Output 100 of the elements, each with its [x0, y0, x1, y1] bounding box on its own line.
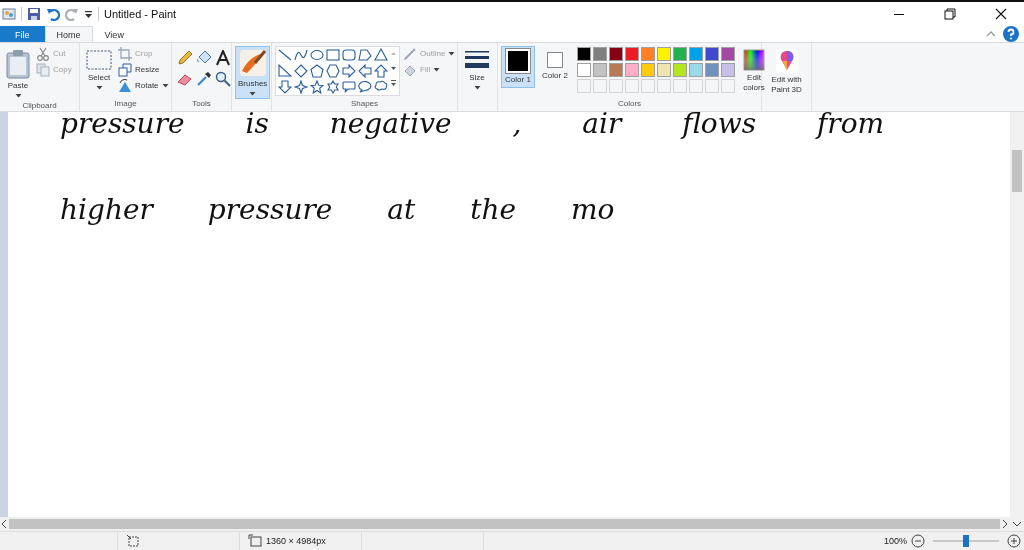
color-swatch[interactable] — [721, 63, 735, 77]
rounded-rectangle-icon[interactable] — [342, 48, 356, 62]
color-swatch[interactable] — [689, 47, 703, 61]
color-slot-button[interactable]: Color 1 — [501, 46, 535, 88]
empty-swatch[interactable] — [593, 79, 607, 93]
canvas-size-text: 1360 × 4984px — [266, 536, 326, 546]
empty-swatch[interactable] — [689, 79, 703, 93]
resize-button[interactable]: Resize — [118, 62, 169, 77]
drawing-canvas[interactable]: pressure is negative , air flows from higher pressure at the mo — [8, 112, 1010, 517]
color-swatch[interactable] — [721, 47, 735, 61]
curve-icon[interactable] — [294, 48, 308, 62]
brushes-button[interactable]: Brushes — [235, 46, 271, 99]
color-swatch[interactable] — [593, 47, 607, 61]
edit-colors-button[interactable]: Edit colors — [740, 46, 768, 96]
magnifier-icon[interactable] — [215, 71, 231, 87]
fill-bucket-icon[interactable] — [196, 50, 212, 66]
hexagon-icon[interactable] — [326, 64, 340, 78]
zoom-out-icon[interactable] — [911, 534, 925, 548]
color-swatch[interactable] — [657, 63, 671, 77]
handwritten-text: higher pressure at the mo — [60, 192, 616, 228]
paintbrush-icon — [238, 49, 267, 77]
speech-bubble-icon[interactable] — [342, 80, 356, 94]
save-icon[interactable] — [27, 7, 41, 21]
scroll-right-icon[interactable] — [1001, 517, 1009, 531]
cursor-position-icon — [126, 534, 140, 548]
ribbon-tab[interactable]: Home — [44, 26, 93, 42]
color-picker-icon[interactable] — [196, 71, 212, 87]
empty-swatch[interactable] — [705, 79, 719, 93]
group-label: Image — [113, 99, 138, 110]
rotate-icon — [118, 78, 132, 93]
caret-icon — [14, 93, 22, 98]
clipboard-icon — [6, 49, 30, 79]
line-icon[interactable] — [278, 48, 292, 62]
five-point-star-icon[interactable] — [310, 80, 324, 94]
size-button[interactable]: Size — [461, 46, 493, 93]
color-swatch[interactable] — [705, 63, 719, 77]
select-button[interactable]: Select — [83, 46, 115, 93]
scroll-left-icon[interactable] — [0, 517, 8, 531]
color-swatch[interactable] — [625, 47, 639, 61]
color-swatch[interactable] — [641, 47, 655, 61]
undo-icon[interactable] — [46, 7, 60, 21]
color-slot-button[interactable]: Color 2 — [538, 46, 572, 84]
empty-swatch[interactable] — [625, 79, 639, 93]
paste-button[interactable]: Paste — [3, 46, 33, 101]
up-arrow-icon[interactable] — [374, 64, 388, 78]
group-label: Shapes — [349, 99, 380, 110]
paint-app-icon[interactable] — [2, 7, 16, 21]
color-swatch[interactable] — [641, 63, 655, 77]
horizontal-scrollbar[interactable] — [0, 517, 1024, 531]
caret-icon — [249, 91, 257, 96]
text-icon[interactable] — [215, 50, 231, 66]
oval-icon[interactable] — [310, 48, 324, 62]
empty-swatch[interactable] — [721, 79, 735, 93]
thought-bubble-icon[interactable] — [374, 80, 388, 94]
color-swatch[interactable] — [625, 63, 639, 77]
four-point-star-icon[interactable] — [294, 80, 308, 94]
color-swatch[interactable] — [673, 47, 687, 61]
empty-swatch[interactable] — [609, 79, 623, 93]
empty-swatch[interactable] — [673, 79, 687, 93]
pentagon-icon[interactable] — [310, 64, 324, 78]
polygon-icon[interactable] — [358, 48, 372, 62]
color-swatch[interactable] — [657, 47, 671, 61]
scissors-icon — [36, 46, 50, 61]
redo-icon[interactable] — [65, 7, 79, 21]
six-point-star-icon[interactable] — [326, 80, 340, 94]
slider-thumb[interactable] — [963, 535, 969, 547]
scrollbar-thumb[interactable] — [1012, 150, 1022, 192]
edit-with-paint-3d-button[interactable]: Edit with Paint 3D — [765, 46, 808, 98]
left-arrow-icon[interactable] — [358, 64, 372, 78]
file-menu-tab[interactable]: File — [0, 26, 45, 42]
color-spectrum-icon — [743, 49, 765, 71]
group-label: Colors — [616, 99, 643, 110]
color-swatch[interactable] — [689, 63, 703, 77]
right-arrow-icon[interactable] — [342, 64, 356, 78]
color-swatch[interactable] — [577, 47, 591, 61]
color-swatch[interactable] — [609, 47, 623, 61]
right-triangle-icon[interactable] — [278, 64, 292, 78]
down-arrow-icon[interactable] — [278, 80, 292, 94]
paint-3d-icon — [775, 49, 798, 73]
color-swatch[interactable] — [609, 63, 623, 77]
color-swatch[interactable] — [577, 63, 591, 77]
speech-bubble-icon[interactable] — [358, 80, 372, 94]
rectangle-icon[interactable] — [326, 48, 340, 62]
triangle-icon[interactable] — [374, 48, 388, 62]
empty-swatch[interactable] — [657, 79, 671, 93]
color-swatch[interactable] — [705, 47, 719, 61]
ribbon-tab[interactable]: View — [92, 26, 136, 42]
empty-swatch[interactable] — [641, 79, 655, 93]
zoom-in-icon[interactable] — [1007, 534, 1021, 548]
color-swatch[interactable] — [673, 63, 687, 77]
empty-swatch[interactable] — [577, 79, 591, 93]
rotate-button[interactable]: Rotate — [118, 78, 169, 93]
help-icon[interactable] — [1002, 25, 1020, 43]
diamond-icon[interactable] — [294, 64, 308, 78]
color-swatch[interactable] — [593, 63, 607, 77]
caret-icon — [95, 85, 103, 90]
vertical-scrollbar[interactable] — [1010, 112, 1024, 517]
pencil-icon[interactable] — [177, 50, 193, 66]
scrollbar-thumb[interactable] — [9, 519, 1000, 529]
group-label: Clipboard — [21, 101, 58, 111]
